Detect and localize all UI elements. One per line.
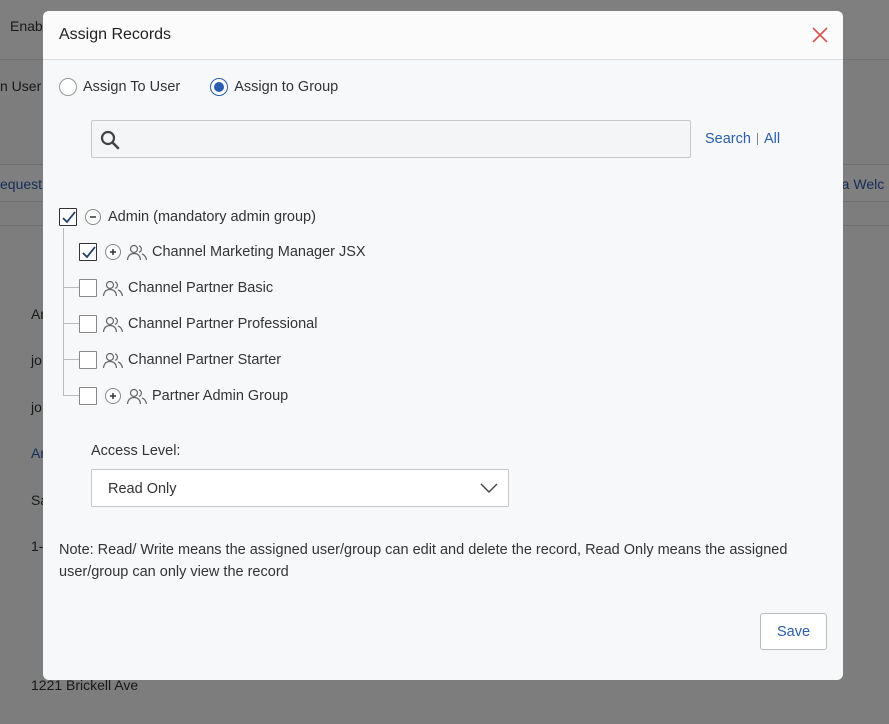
channel-partner-basic-checkbox[interactable] (79, 279, 97, 297)
chevron-down-icon (480, 483, 498, 493)
assign-records-modal: Assign Records Assign To User Assign to … (43, 11, 843, 680)
assign-to-group-option[interactable]: Assign to Group (210, 78, 338, 96)
tree-connector (63, 287, 79, 288)
user-group-icon (126, 244, 148, 261)
tree-node-label: Channel Partner Basic (128, 280, 274, 296)
close-button[interactable] (811, 26, 829, 44)
close-icon (812, 27, 828, 43)
group-search-box (91, 120, 691, 158)
channel-marketing-manager-jsx-checkbox[interactable] (79, 243, 97, 261)
group-search-input[interactable] (128, 121, 684, 157)
search-links-divider (756, 133, 758, 145)
tree-node-channel-partner-basic: Channel Partner Basic (79, 276, 273, 300)
save-button[interactable]: Save (760, 613, 827, 650)
search-links: Search All (705, 131, 780, 147)
tree-node-label: Channel Partner Starter (128, 352, 282, 368)
expand-icon[interactable] (105, 388, 121, 404)
tree-node-channel-marketing-manager-jsx: Channel Marketing Manager JSX (79, 240, 366, 264)
user-group-icon (102, 280, 124, 297)
assign-to-user-label: Assign To User (83, 79, 181, 95)
search-link[interactable]: Search (705, 131, 751, 147)
tree-node-label: Partner Admin Group (152, 388, 289, 404)
tree-connector (63, 228, 64, 396)
admin-checkbox[interactable] (59, 208, 77, 226)
partner-admin-group-checkbox[interactable] (79, 387, 97, 405)
expand-icon[interactable] (105, 244, 121, 260)
channel-partner-professional-checkbox[interactable] (79, 315, 97, 333)
access-level-select[interactable]: Read Only (91, 469, 509, 507)
access-level-value: Read Only (108, 481, 177, 497)
tree-node-label: Channel Marketing Manager JSX (152, 244, 366, 260)
access-level-label: Access Level: (91, 443, 181, 459)
tree-connector (63, 323, 79, 324)
tree-node-channel-partner-starter: Channel Partner Starter (79, 348, 281, 372)
modal-title: Assign Records (59, 26, 172, 43)
assign-to-group-label: Assign to Group (234, 79, 339, 95)
all-link[interactable]: All (764, 131, 780, 147)
user-group-icon (102, 352, 124, 369)
tree-node-partner-admin-group: Partner Admin Group (79, 384, 288, 408)
tree-node-admin: Admin (mandatory admin group) (59, 205, 316, 229)
user-group-icon (126, 388, 148, 405)
access-level-note: Note: Read/ Write means the assigned use… (59, 542, 788, 580)
tree-node-label: Channel Partner Professional (128, 316, 318, 332)
assign-to-group-radio[interactable] (210, 78, 229, 96)
assign-type-radio-group: Assign To User Assign to Group (59, 77, 368, 97)
user-group-icon (102, 316, 124, 333)
tree-node-label: Admin (mandatory admin group) (108, 209, 316, 225)
assign-to-user-option[interactable]: Assign To User (59, 78, 180, 96)
tree-connector (63, 359, 79, 360)
tree-node-channel-partner-professional: Channel Partner Professional (79, 312, 317, 336)
collapse-icon[interactable] (85, 209, 101, 225)
channel-partner-starter-checkbox[interactable] (79, 351, 97, 369)
search-icon (100, 130, 120, 150)
modal-header: Assign Records (43, 11, 843, 60)
tree-connector (63, 395, 79, 396)
assign-to-user-radio[interactable] (59, 78, 77, 96)
